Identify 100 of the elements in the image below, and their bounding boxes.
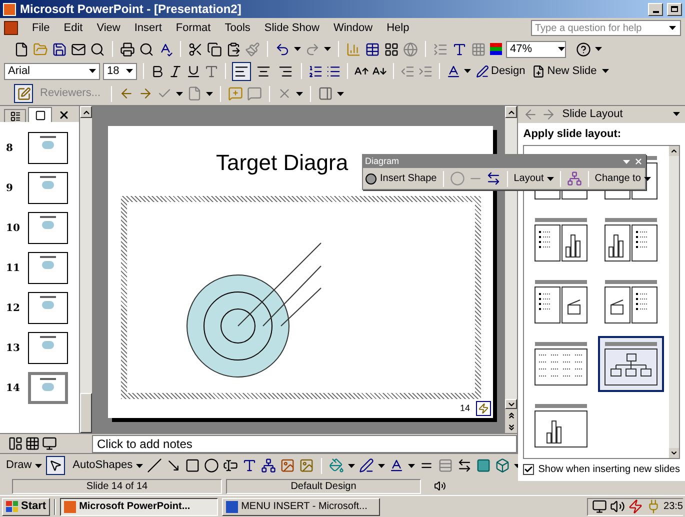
diagram-frame[interactable] — [120, 196, 480, 399]
caret-icon[interactable] — [206, 92, 213, 96]
caret-icon[interactable] — [126, 69, 133, 73]
notes-field[interactable]: Click to add notes — [92, 434, 518, 452]
bullets-icon[interactable] — [326, 64, 341, 78]
slide-thumbnail[interactable] — [28, 132, 68, 164]
new-slide-button[interactable]: New Slide — [530, 62, 599, 80]
caret-icon[interactable] — [348, 464, 355, 468]
caret-icon[interactable] — [336, 92, 344, 96]
font-color-icon[interactable] — [388, 458, 404, 473]
caret-icon[interactable] — [464, 69, 471, 73]
select-objects-button[interactable] — [46, 456, 65, 475]
spelling-icon[interactable] — [158, 42, 173, 56]
show-layouts-checkbox[interactable]: Show when inserting new slides — [523, 459, 680, 477]
table-icon[interactable] — [365, 42, 380, 56]
menu-item[interactable]: Window — [327, 20, 379, 36]
increase-indent-icon[interactable] — [418, 64, 433, 78]
layout-thumbnail[interactable] — [598, 336, 664, 392]
scroll-down-icon[interactable] — [670, 449, 678, 457]
caret-icon[interactable] — [602, 69, 609, 73]
underline-icon[interactable] — [186, 64, 201, 78]
restore-button[interactable] — [667, 2, 682, 16]
arrow-icon[interactable] — [166, 458, 181, 473]
numbering-icon[interactable] — [308, 64, 323, 78]
help-search-field[interactable]: Type a question for help — [531, 20, 681, 36]
caret-icon[interactable] — [558, 47, 565, 51]
caret-icon[interactable] — [294, 47, 301, 51]
previous-item-icon[interactable] — [118, 86, 134, 101]
volume-icon[interactable] — [610, 499, 625, 514]
normal-view-icon[interactable] — [8, 436, 23, 451]
decrease-indent-icon[interactable] — [400, 64, 415, 78]
reviewing-pane-icon[interactable] — [318, 86, 333, 101]
slide-title[interactable]: Target Diagra — [216, 152, 348, 174]
arrow-style-icon[interactable] — [456, 458, 472, 473]
caret-icon[interactable] — [324, 47, 331, 51]
next-item-icon[interactable] — [138, 86, 153, 101]
diagram-icon[interactable] — [260, 458, 276, 473]
close-icon[interactable] — [634, 157, 643, 166]
menu-item[interactable]: Format — [170, 20, 217, 36]
formatting-icon[interactable] — [452, 42, 467, 56]
taskbar-button[interactable]: Microsoft PowerPoint... — [60, 498, 218, 516]
search-icon[interactable] — [90, 42, 105, 56]
slide-sorter-icon[interactable] — [25, 436, 40, 451]
menu-item[interactable]: Tools — [218, 20, 256, 36]
print-preview-icon[interactable] — [139, 42, 154, 56]
font-dropdown[interactable]: Arial — [4, 62, 100, 80]
caret-icon[interactable] — [673, 112, 680, 116]
draw-menu-button[interactable]: Draw — [6, 457, 42, 474]
minimize-button[interactable] — [648, 2, 663, 16]
rectangle-icon[interactable] — [184, 458, 200, 473]
line-color-icon[interactable] — [358, 458, 374, 473]
autoshapes-menu-button[interactable]: AutoShapes — [72, 457, 143, 474]
next-slide-icon[interactable] — [506, 422, 516, 432]
caret-icon[interactable] — [176, 92, 183, 96]
new-document-icon[interactable] — [14, 42, 29, 56]
close-pane-button[interactable] — [58, 109, 70, 121]
slides-tab[interactable] — [28, 107, 52, 122]
slide-thumbnail[interactable] — [28, 172, 68, 204]
menu-item[interactable]: Insert — [128, 20, 168, 36]
scrollbar[interactable] — [80, 106, 92, 433]
italic-icon[interactable] — [168, 64, 183, 78]
dropdown-caret-icon[interactable] — [669, 26, 676, 30]
taskbar-button[interactable]: MENU INSERT - Microsoft... — [222, 498, 380, 516]
markup-button[interactable] — [14, 84, 33, 103]
slide-thumbnail[interactable] — [28, 212, 68, 244]
picture-icon[interactable] — [298, 458, 314, 473]
design-button[interactable]: Design — [474, 62, 528, 80]
align-left-icon[interactable] — [232, 62, 251, 80]
change-to-button[interactable]: Change to — [594, 171, 651, 186]
slide-thumbnail[interactable] — [28, 372, 68, 404]
caret-icon[interactable] — [514, 464, 521, 468]
power-icon[interactable] — [628, 499, 643, 514]
color-grayscale-icon[interactable] — [490, 42, 502, 56]
text-box-icon[interactable] — [222, 458, 238, 473]
copy-icon[interactable] — [207, 42, 222, 56]
previous-slide-icon[interactable] — [506, 410, 516, 420]
menu-item[interactable]: View — [90, 20, 126, 36]
zoom-dropdown[interactable]: 47% — [506, 40, 566, 58]
line-icon[interactable] — [146, 458, 162, 473]
menu-item[interactable]: Edit — [58, 20, 89, 36]
scroll-thumb[interactable] — [80, 393, 92, 433]
forward-icon[interactable] — [541, 106, 556, 122]
bold-icon[interactable] — [150, 64, 165, 78]
menu-item[interactable]: File — [26, 20, 56, 36]
caret-icon[interactable] — [408, 464, 415, 468]
slide-thumbnail[interactable] — [28, 252, 68, 284]
caret-icon[interactable] — [546, 176, 554, 180]
caret-icon[interactable] — [296, 92, 303, 96]
oval-icon[interactable] — [204, 458, 219, 473]
help-icon[interactable] — [576, 42, 591, 56]
reverse-diagram-icon[interactable] — [486, 171, 501, 186]
undo-icon[interactable] — [275, 42, 290, 56]
edit-comment-icon[interactable] — [246, 86, 262, 101]
back-icon[interactable] — [523, 106, 538, 122]
font-color-icon[interactable] — [446, 64, 461, 78]
3d-style-icon[interactable] — [494, 458, 510, 473]
caret-icon[interactable] — [644, 176, 651, 180]
caret-icon[interactable] — [89, 69, 96, 73]
slide-thumbnail[interactable] — [28, 292, 68, 324]
caret-icon[interactable] — [595, 47, 602, 51]
